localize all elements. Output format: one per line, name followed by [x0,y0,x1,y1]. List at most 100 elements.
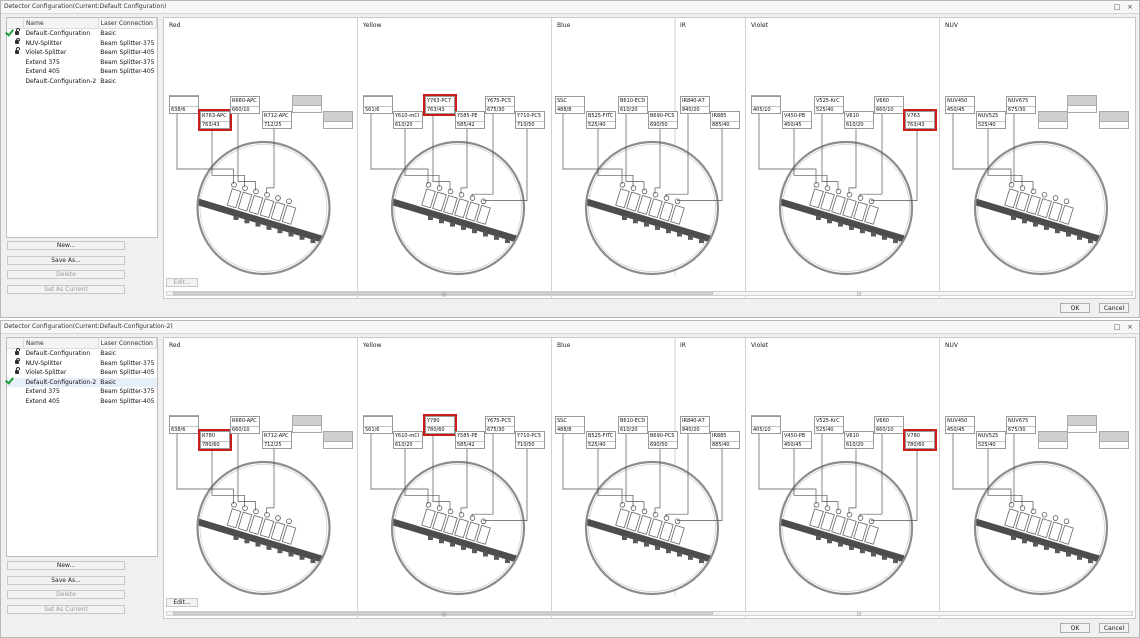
save-as-button[interactable]: Save As... [7,255,125,265]
detector-box[interactable]: NUV450 450/45 [945,96,975,114]
detector-box[interactable]: V610 610/20 [844,431,874,449]
detector-box[interactable]: R660-APC 660/10 [230,96,260,114]
new-config-button[interactable]: New... [7,241,125,250]
detector-array [587,182,717,247]
detector-box[interactable]: V660 660/10 [874,96,904,114]
detector-box[interactable]: Y610-mCl 610/20 [393,431,423,449]
detector-tile [226,188,242,209]
detector-box[interactable]: SSC 488/8 [555,96,585,114]
config-row[interactable]: NUV-Splitter Beam Splitter-375 [7,37,157,49]
new-config-button[interactable]: New... [7,561,125,570]
set-as-current-button[interactable]: Set As Current [7,605,125,615]
detector-box[interactable]: 561/6 [363,416,393,434]
edit-button[interactable]: Edit... [166,598,198,607]
config-row[interactable]: Extend 375 Beam Splitter-375 [7,387,157,397]
detector-filter: 610/20 [620,427,638,433]
detector-box[interactable]: B690-PC5 690/50 [648,111,678,129]
detector-box[interactable]: IR885 885/40 [710,111,740,129]
title-bar: Detector Configuration(Current:Default-C… [1,321,1139,334]
cancel-button[interactable]: Cancel [1099,623,1129,633]
detector-box[interactable]: B610-ECD 610/20 [618,416,648,434]
cancel-button[interactable]: Cancel [1099,303,1129,313]
optics-inner-ring [588,144,716,272]
channel-marker [458,191,465,198]
detector-box[interactable]: Y585-PE 585/42 [455,111,485,129]
detector-box[interactable]: NUV525 525/40 [976,111,1006,129]
detector-box[interactable]: 405/10 [751,96,781,114]
detector-box[interactable]: B525-FITC 525/40 [586,111,616,129]
config-row[interactable]: Default-Configuration Basic [7,348,157,359]
detector-box[interactable]: 638/6 [169,96,199,114]
delete-button[interactable]: Delete [7,590,125,600]
scrollbar-thumb[interactable]: ||| [173,612,713,617]
slot-top [293,416,321,426]
detector-box[interactable]: B690-PC5 690/50 [648,431,678,449]
row-icons [7,67,23,77]
config-row[interactable]: Default-Configuration-2 Basic [7,77,157,87]
config-row[interactable]: Violet-Splitter Beam Splitter-405 [7,367,157,378]
detector-box[interactable]: SSC 488/8 [555,416,585,434]
restore-icon[interactable]: □ [1113,3,1121,11]
detector-box[interactable]: Y585-PE 585/42 [455,431,485,449]
detector-box[interactable]: V450-PB 450/45 [782,431,812,449]
detector-box[interactable]: R712-APC 712/25 [262,431,292,449]
save-as-button[interactable]: Save As... [7,575,125,585]
config-row[interactable]: Violet-Splitter Beam Splitter-405 [7,47,157,58]
delete-button[interactable]: Delete [7,270,125,280]
detector-box[interactable]: IR885 885/40 [710,431,740,449]
restore-icon[interactable]: □ [1113,323,1121,331]
detector-box[interactable]: NUV525 525/40 [976,431,1006,449]
detector-box[interactable]: 638/6 [169,416,199,434]
config-row[interactable]: Extend 375 Beam Splitter-375 [7,58,157,68]
horizontal-scrollbar[interactable]: ||| ||| [166,611,1133,617]
detector-box[interactable]: Y610-mCl 610/20 [393,111,423,129]
detector-box[interactable]: IR840-A7 840/20 [680,96,710,114]
detector-box[interactable]: R660-APC 660/10 [230,416,260,434]
detector-box[interactable]: Y675-PC5 675/30 [485,416,515,434]
detector-box[interactable]: R712-APC 712/25 [262,111,292,129]
detector-box[interactable]: B525-FITC 525/40 [586,431,616,449]
detector-box[interactable]: V525-KrC 525/40 [814,96,844,114]
laser-label-nuv: NUV [945,22,958,29]
detector-box[interactable]: NUV675 675/30 [1006,96,1036,114]
ok-button[interactable]: OK [1060,303,1090,313]
scrollbar-thumb[interactable]: ||| [173,292,713,297]
config-row[interactable]: Default-Configuration-2 Basic [5,375,157,387]
detector-box[interactable]: V660 660/10 [874,416,904,434]
detector-box[interactable]: 561/6 [363,96,393,114]
detector-box[interactable]: Y675-PC5 675/30 [485,96,515,114]
rail-tick [827,539,832,544]
ok-button[interactable]: OK [1060,623,1090,633]
set-as-current-button[interactable]: Set As Current [7,285,125,295]
row-icon-wrap [7,68,21,76]
detector-tile [1015,511,1030,532]
rail-tick [255,542,261,547]
detector-filter: 525/40 [978,122,996,128]
horizontal-scrollbar[interactable]: ||| ||| [166,291,1133,297]
detector-box[interactable]: NUV450 450/45 [945,416,975,434]
optics-inner-ring [199,464,328,592]
config-row[interactable]: NUV-Splitter Beam Splitter-375 [7,357,157,369]
detector-box[interactable]: Y710-PC5 710/50 [515,111,545,129]
laser-label-ir: IR [680,342,686,349]
config-row[interactable]: Extend 405 Beam Splitter-405 [7,67,157,77]
detector-box[interactable]: 405/10 [751,416,781,434]
detector-box[interactable]: V525-KrC 525/40 [814,416,844,434]
detector-box[interactable]: B610-ECD 610/20 [618,96,648,114]
channel-marker [813,182,820,188]
config-row[interactable]: Extend 405 Beam Splitter-405 [7,397,157,407]
detector-box[interactable]: IR840-A7 840/20 [680,416,710,434]
detector-tile [670,524,685,545]
channel-marker [1019,185,1026,191]
close-icon[interactable]: × [1126,3,1134,11]
config-row[interactable]: Default-Configuration Basic [5,27,157,39]
detector-box[interactable]: V450-PB 450/45 [782,111,812,129]
edit-button[interactable]: Edit... [166,278,198,287]
detector-box[interactable]: V610 610/20 [844,111,874,129]
row-icon-wrap [7,348,21,358]
rail-tick [1077,235,1082,240]
detector-box[interactable]: Y710-PC5 710/50 [515,431,545,449]
optics-inner-ring [977,464,1105,592]
detector-box[interactable]: NUV675 675/30 [1006,416,1036,434]
close-icon[interactable]: × [1126,323,1134,331]
